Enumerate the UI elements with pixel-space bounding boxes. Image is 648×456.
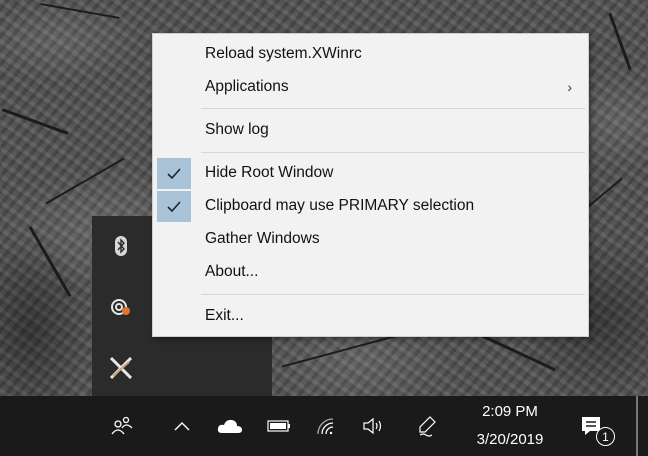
checkmark-icon [157,158,191,189]
menu-item-label: About... [205,263,259,280]
menu-item-show-log[interactable]: Show log [153,114,588,146]
menu-item-reload[interactable]: Reload system.XWinrc [153,38,588,70]
menu-item-label: Show log [205,121,269,138]
notification-count-badge: 1 [596,427,615,446]
notification-icon[interactable] [574,396,608,456]
x-server-icon[interactable] [108,355,134,381]
clock-time: 2:09 PM [482,403,538,420]
menu-item-label: Reload system.XWinrc [205,45,362,62]
menu-item-label: Exit... [205,307,244,324]
menu-item-clipboard-primary[interactable]: Clipboard may use PRIMARY selection [153,190,588,222]
menu-item-applications[interactable]: Applications › [153,71,588,103]
battery-icon[interactable] [265,396,293,456]
taskbar-clock[interactable]: 2:09 PM 3/20/2019 [460,400,560,452]
onedrive-icon[interactable] [215,396,245,456]
show-desktop-edge[interactable] [636,396,638,456]
clock-date: 3/20/2019 [476,431,544,448]
menu-item-gather-windows[interactable]: Gather Windows [153,223,588,255]
menu-item-label: Clipboard may use PRIMARY selection [205,197,475,214]
menu-separator [201,152,585,153]
taskbar: 2:09 PM 3/20/2019 1 [0,396,648,456]
volume-icon[interactable] [360,396,386,456]
menu-item-label: Applications [205,78,289,95]
menu-item-label: Hide Root Window [205,164,334,181]
pen-icon[interactable] [414,396,440,456]
menu-item-label: Gather Windows [205,230,320,247]
menu-item-hide-root-window[interactable]: Hide Root Window [153,157,588,189]
wifi-icon[interactable] [314,396,340,456]
chevron-up-icon[interactable] [170,396,194,456]
menu-item-about[interactable]: About... [153,256,588,288]
chevron-right-icon: › [567,79,572,95]
bluetooth-icon[interactable] [108,233,134,259]
people-icon[interactable] [108,396,136,456]
menu-item-exit[interactable]: Exit... [153,300,588,332]
menu-separator [201,294,585,295]
menu-separator [201,108,585,109]
xwin-context-menu: Reload system.XWinrc Applications › Show… [152,33,589,337]
cloud-sync-icon[interactable] [108,294,134,320]
checkmark-icon [157,191,191,222]
